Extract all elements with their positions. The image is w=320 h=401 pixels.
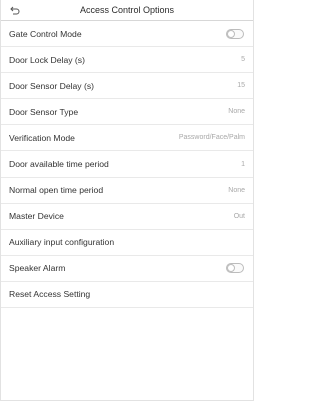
- row-label: Auxiliary input configuration: [9, 237, 115, 248]
- row-gate-control-mode[interactable]: Gate Control Mode: [1, 21, 253, 48]
- toggle-knob: [227, 29, 235, 38]
- row-label: Door Lock Delay (s): [9, 54, 85, 65]
- speaker-alarm-toggle[interactable]: [226, 263, 244, 274]
- back-arrow-icon: [10, 6, 20, 14]
- row-value: 1: [241, 160, 245, 168]
- row-label: Door Sensor Type: [9, 106, 79, 117]
- row-label: Reset Access Setting: [9, 289, 91, 300]
- row-label: Verification Mode: [9, 132, 75, 143]
- row-value: Out: [233, 212, 245, 220]
- row-value: Password/Face/Palm: [178, 134, 245, 142]
- row-master-device[interactable]: Master Device Out: [1, 204, 253, 230]
- row-speaker-alarm[interactable]: Speaker Alarm: [1, 256, 253, 282]
- row-door-available-time-period[interactable]: Door available time period 1: [1, 151, 253, 178]
- page-title: Access Control Options: [79, 5, 175, 15]
- access-control-options-screen: Access Control Options Gate Control Mode…: [0, 0, 254, 401]
- header-bar: Access Control Options: [1, 0, 253, 21]
- row-label: Speaker Alarm: [9, 263, 66, 274]
- row-label: Gate Control Mode: [9, 28, 82, 39]
- row-auxiliary-input-configuration[interactable]: Auxiliary input configuration: [1, 230, 253, 256]
- settings-list: Gate Control Mode Door Lock Delay (s) 5 …: [1, 21, 253, 309]
- gate-control-toggle[interactable]: [226, 28, 244, 39]
- row-normal-open-time-period[interactable]: Normal open time period None: [1, 178, 253, 204]
- row-value: 15: [237, 82, 245, 90]
- row-value: None: [228, 108, 245, 116]
- row-value: None: [228, 186, 245, 194]
- row-door-lock-delay[interactable]: Door Lock Delay (s) 5: [1, 47, 253, 74]
- row-label: Door available time period: [9, 159, 109, 170]
- row-label: Door Sensor Delay (s): [9, 80, 95, 91]
- row-label: Normal open time period: [9, 185, 104, 196]
- row-verification-mode[interactable]: Verification Mode Password/Face/Palm: [1, 125, 253, 152]
- row-door-sensor-delay[interactable]: Door Sensor Delay (s) 15: [1, 73, 253, 100]
- back-button[interactable]: [8, 3, 22, 17]
- row-door-sensor-type[interactable]: Door Sensor Type None: [1, 99, 253, 126]
- toggle-knob: [227, 264, 235, 273]
- row-reset-access-setting[interactable]: Reset Access Setting: [1, 282, 253, 309]
- row-value: 5: [241, 56, 245, 64]
- row-label: Master Device: [9, 211, 64, 222]
